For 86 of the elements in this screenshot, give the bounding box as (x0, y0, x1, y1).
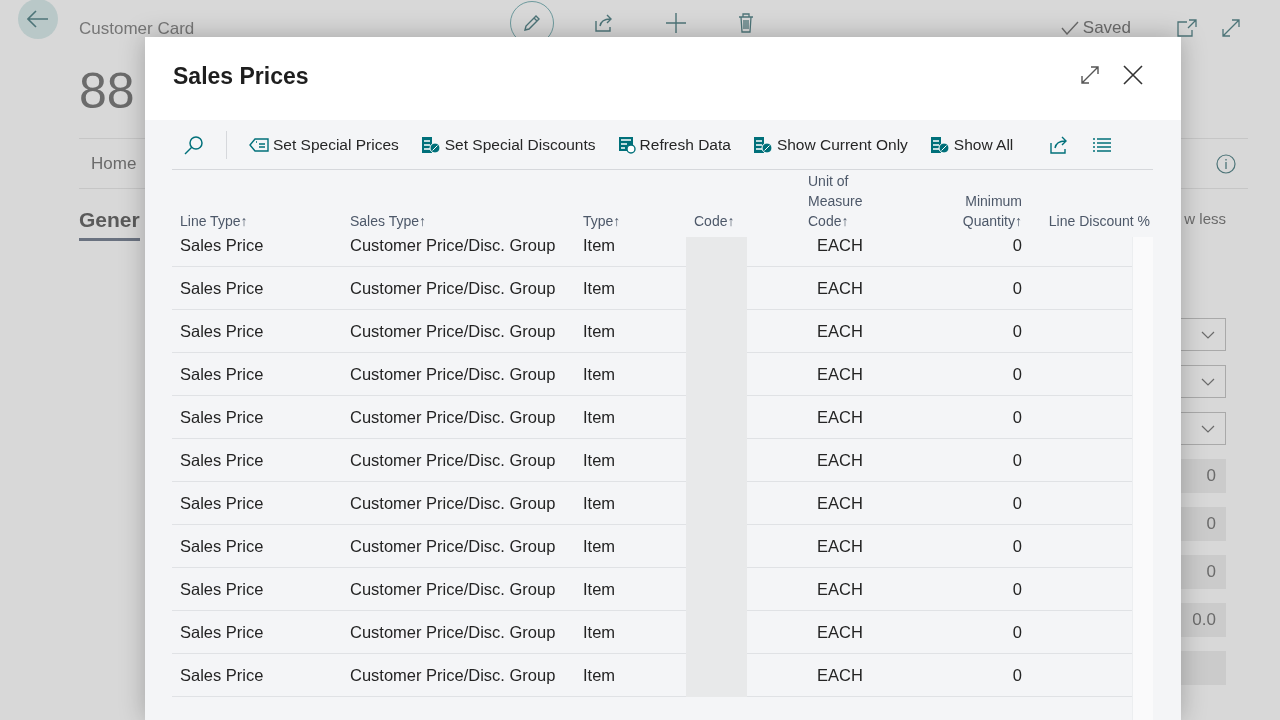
toolbar-action[interactable]: Set Special Discounts (420, 135, 596, 154)
toolbar-action[interactable]: Refresh Data (617, 135, 731, 154)
table-cell: EACH (747, 611, 900, 654)
tag-icon (249, 137, 269, 152)
table-cell: EACH (747, 654, 900, 697)
table-cell: 0 (900, 611, 1030, 654)
table-cell: Customer Price/Disc. Group (342, 353, 575, 396)
check-icon (1060, 21, 1079, 35)
table-cell: EACH (747, 310, 900, 353)
table-cell: Sales Price (172, 525, 342, 568)
record-number: 88 (79, 63, 135, 119)
table-cell: 0 (900, 439, 1030, 482)
page-title: Customer Card (79, 19, 195, 38)
column-header[interactable]: Line Type↑ (172, 170, 342, 237)
column-header[interactable]: Type↑ (575, 170, 686, 237)
column-header[interactable]: Unit of Measure Code↑ (800, 170, 900, 237)
table-cell: Sales Price (172, 654, 342, 697)
table-cell: Customer Price/Disc. Group (342, 439, 575, 482)
table-cell: Sales Price (172, 568, 342, 611)
table-cell: 0 (900, 568, 1030, 611)
toolbar-action[interactable]: Show Current Only (752, 135, 908, 154)
table-cell: Customer Price/Disc. Group (342, 267, 575, 310)
table-cell: 0 (900, 482, 1030, 525)
table-cell: EACH (747, 482, 900, 525)
table-cell: Sales Price (172, 482, 342, 525)
list-view-icon[interactable] (1093, 137, 1112, 152)
table-cell: Customer Price/Disc. Group (342, 525, 575, 568)
table-cell: EACH (747, 237, 900, 267)
toolbar-action[interactable]: Show All (929, 135, 1014, 154)
table-cell: 0 (900, 353, 1030, 396)
table-cell: EACH (747, 267, 900, 310)
table-cell: EACH (747, 525, 900, 568)
table-cell: Sales Price (172, 353, 342, 396)
table-cell: 0 (900, 525, 1030, 568)
saved-status: Saved (1082, 18, 1131, 38)
table-cell: EACH (747, 396, 900, 439)
share-icon[interactable] (594, 14, 614, 32)
table-cell: EACH (747, 568, 900, 611)
toolbar-action[interactable]: Set Special Prices (249, 135, 399, 154)
column-header[interactable]: Code↑ (686, 170, 800, 237)
table-cell: EACH (747, 353, 900, 396)
table-cell: Sales Price (172, 611, 342, 654)
section-heading: Gener (79, 195, 140, 241)
chevron-down-icon (1201, 330, 1215, 339)
expand-icon[interactable] (1081, 65, 1099, 84)
table-cell: Customer Price/Disc. Group (342, 396, 575, 439)
pencil-icon (522, 13, 542, 33)
table-cell: Customer Price/Disc. Group (342, 654, 575, 697)
table-cell: Customer Price/Disc. Group (342, 568, 575, 611)
dialog-title: Sales Prices (173, 63, 309, 90)
table-cell: 0 (900, 267, 1030, 310)
column-header[interactable]: Line Discount % (1030, 170, 1152, 237)
table-cell: Customer Price/Disc. Group (342, 611, 575, 654)
add-icon[interactable] (666, 13, 686, 33)
table-cell: 0 (900, 396, 1030, 439)
table-cell: Sales Price (172, 396, 342, 439)
back-arrow-icon (27, 10, 49, 28)
search-icon[interactable] (184, 134, 204, 155)
column-header[interactable]: Minimum Quantity↑ (900, 170, 1030, 237)
table-cell: EACH (747, 439, 900, 482)
document-icon (617, 135, 636, 154)
nav-tab[interactable]: Home (91, 153, 137, 174)
scrollbar-track[interactable] (1132, 237, 1153, 720)
percent-document-icon (420, 135, 441, 154)
percent-document-icon (929, 135, 950, 154)
table-cell: Sales Price (172, 439, 342, 482)
expand-icon[interactable] (1222, 19, 1240, 37)
chevron-down-icon (1201, 424, 1215, 433)
table-cell: Customer Price/Disc. Group (342, 482, 575, 525)
table-cell: 0 (900, 310, 1030, 353)
column-header[interactable]: Sales Type↑ (342, 170, 575, 237)
table-cell: 0 (900, 237, 1030, 267)
chevron-down-icon (1201, 377, 1215, 386)
info-icon[interactable] (1216, 153, 1236, 174)
open-in-new-window-icon[interactable] (1177, 19, 1197, 37)
percent-document-icon (752, 135, 773, 154)
table-cell: Customer Price/Disc. Group (342, 237, 575, 267)
show-less-link[interactable]: w less (1184, 209, 1226, 227)
table-cell: 0 (900, 654, 1030, 697)
table-cell: Customer Price/Disc. Group (342, 310, 575, 353)
close-icon[interactable] (1123, 64, 1143, 85)
delete-icon[interactable] (738, 13, 754, 33)
table-cell: Sales Price (172, 267, 342, 310)
table-cell: Sales Price (172, 310, 342, 353)
back-button[interactable] (18, 0, 58, 39)
table-cell: Sales Price (172, 237, 342, 267)
